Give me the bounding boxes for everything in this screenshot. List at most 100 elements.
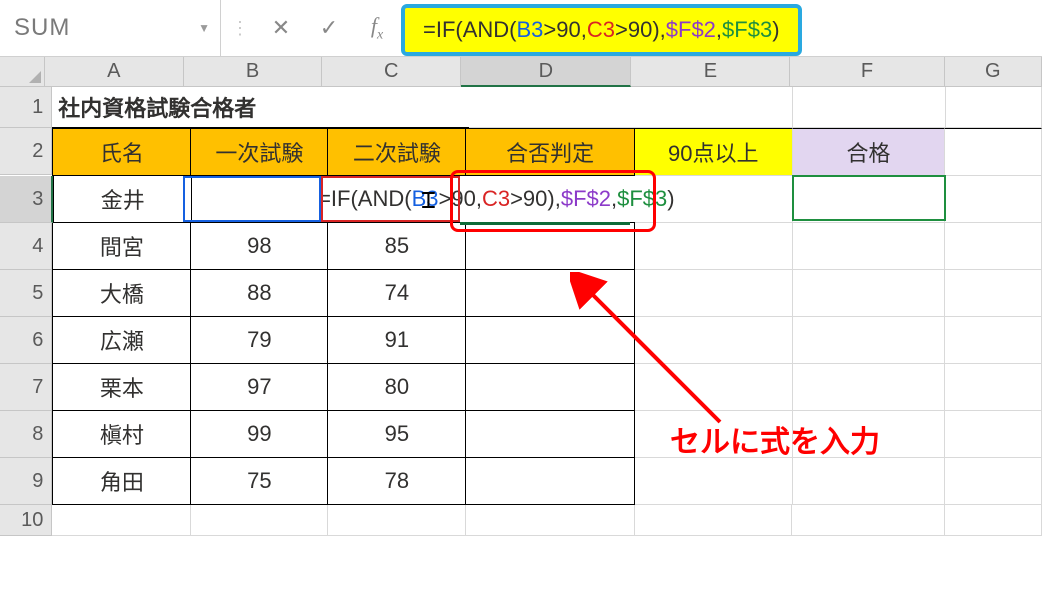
cell-C7[interactable]: 80 [328, 364, 466, 411]
formula-bar-divider: ⋮ [221, 0, 257, 56]
cell-D4[interactable] [466, 223, 635, 270]
cell-B8[interactable]: 99 [191, 411, 328, 458]
cell-F2[interactable]: 合格 [793, 128, 946, 176]
col-header-A[interactable]: A [45, 57, 184, 87]
formula-text: =IF(AND(B3>90,C3>90),$F$2,$F$3) [423, 17, 780, 43]
cell-A10[interactable] [52, 505, 190, 536]
row-header-2[interactable]: 2 [0, 128, 52, 175]
cell-E1[interactable] [636, 87, 793, 128]
cell-F7[interactable] [793, 364, 946, 411]
cell-B9[interactable]: 75 [191, 458, 328, 505]
cell-G5[interactable] [945, 270, 1042, 317]
row-9: 9 角田 75 78 [0, 458, 1042, 505]
cell-G1[interactable] [946, 87, 1042, 128]
cell-B10[interactable] [191, 505, 328, 536]
cell-G9[interactable] [945, 458, 1042, 505]
cell-C5[interactable]: 74 [328, 270, 466, 317]
cell-G8[interactable] [945, 411, 1042, 458]
cell-B2[interactable]: 一次試験 [191, 128, 328, 176]
cell-B7[interactable]: 97 [191, 364, 328, 411]
fx-icon: fx [371, 13, 383, 43]
cell-G7[interactable] [945, 364, 1042, 411]
row-6: 6 広瀬 79 91 [0, 317, 1042, 364]
row-header-8[interactable]: 8 [0, 411, 52, 458]
cell-F5[interactable] [793, 270, 946, 317]
name-box-dropdown-icon[interactable]: ▼ [198, 21, 210, 35]
row-2: 2 氏名 一次試験 二次試験 合否判定 90点以上 合格 [0, 128, 1042, 176]
cell-A2[interactable]: 氏名 [52, 128, 191, 176]
cell-A6[interactable]: 広瀬 [52, 317, 191, 364]
cancel-formula-button[interactable]: ✕ [257, 0, 305, 56]
cell-A3[interactable]: 金井 [53, 176, 192, 223]
cell-B3[interactable]: =IF(AND(BᏆ3>90,C3>90),$F$2,$F$3) [192, 176, 329, 223]
cell-A1[interactable]: 社内資格試験合格者 [52, 87, 197, 128]
spreadsheet-grid[interactable]: A B C D E F G 1 社内資格試験合格者 2 氏名 一次試験 二次試験… [0, 57, 1042, 536]
cell-E9[interactable] [635, 458, 793, 505]
table-title: 社内資格試験合格者 [58, 91, 256, 123]
cell-G6[interactable] [945, 317, 1042, 364]
cancel-icon: ✕ [272, 15, 290, 41]
cell-A8[interactable]: 槇村 [52, 411, 191, 458]
cell-C8[interactable]: 95 [328, 411, 466, 458]
row-7: 7 栗本 97 80 [0, 364, 1042, 411]
cell-C6[interactable]: 91 [328, 317, 466, 364]
col-header-G[interactable]: G [945, 57, 1042, 87]
cell-C2[interactable]: 二次試験 [328, 128, 466, 176]
cell-D2[interactable]: 合否判定 [466, 128, 635, 176]
cell-D10[interactable] [466, 505, 635, 536]
cell-F3[interactable] [793, 176, 946, 223]
cell-D9[interactable] [466, 458, 635, 505]
cell-A7[interactable]: 栗本 [52, 364, 191, 411]
formula-bar: SUM ▼ ⋮ ✕ ✓ fx =IF(AND(B3>90,C3>90),$F$2… [0, 0, 1042, 57]
cell-F6[interactable] [793, 317, 946, 364]
row-header-6[interactable]: 6 [0, 317, 52, 364]
select-all-corner[interactable] [0, 57, 45, 87]
accept-formula-button[interactable]: ✓ [305, 0, 353, 56]
cell-A5[interactable]: 大橋 [52, 270, 191, 317]
row-header-1[interactable]: 1 [0, 87, 52, 128]
cell-F4[interactable] [793, 223, 946, 270]
cell-G4[interactable] [945, 223, 1042, 270]
cell-C9[interactable]: 78 [328, 458, 466, 505]
col-header-D[interactable]: D [461, 57, 631, 87]
cell-C10[interactable] [328, 505, 466, 536]
cell-A4[interactable]: 間宮 [52, 223, 191, 270]
cell-G3[interactable] [945, 176, 1042, 223]
check-icon: ✓ [320, 15, 338, 41]
formula-bar-input[interactable]: =IF(AND(B3>90,C3>90),$F$2,$F$3) [401, 4, 802, 56]
cell-E10[interactable] [635, 505, 793, 536]
col-header-C[interactable]: C [322, 57, 461, 87]
cell-B4[interactable]: 98 [191, 223, 328, 270]
column-header-row: A B C D E F G [0, 57, 1042, 87]
formula-edit-overlay[interactable]: =IF(AND(BᏆ3>90,C3>90),$F$2,$F$3) [314, 176, 675, 222]
cell-E4[interactable] [635, 223, 793, 270]
cell-G10[interactable] [945, 505, 1042, 536]
row-1: 1 社内資格試験合格者 [0, 87, 1042, 128]
row-header-7[interactable]: 7 [0, 364, 52, 411]
cell-F9[interactable] [793, 458, 946, 505]
cell-D1[interactable] [469, 87, 636, 128]
row-4: 4 間宮 98 85 [0, 223, 1042, 270]
cell-C1[interactable] [333, 87, 470, 128]
cell-B5[interactable]: 88 [191, 270, 328, 317]
row-3: 3 金井 =IF(AND(BᏆ3>90,C3>90),$F$2,$F$3) [0, 176, 1042, 223]
cell-F1[interactable] [793, 87, 945, 128]
row-header-10[interactable]: 10 [0, 505, 52, 536]
row-header-3[interactable]: 3 [0, 176, 53, 223]
cell-F10[interactable] [792, 505, 945, 536]
cell-B6[interactable]: 79 [191, 317, 328, 364]
row-header-9[interactable]: 9 [0, 458, 52, 505]
col-header-F[interactable]: F [790, 57, 944, 87]
row-header-4[interactable]: 4 [0, 223, 52, 270]
row-header-5[interactable]: 5 [0, 270, 52, 317]
col-header-B[interactable]: B [184, 57, 322, 87]
insert-function-button[interactable]: fx [353, 0, 401, 56]
cell-A9[interactable]: 角田 [52, 458, 191, 505]
name-box[interactable]: SUM ▼ [0, 0, 221, 56]
col-header-E[interactable]: E [631, 57, 790, 87]
cell-C4[interactable]: 85 [328, 223, 466, 270]
cell-E2[interactable]: 90点以上 [635, 128, 793, 176]
cell-G2[interactable] [945, 128, 1042, 176]
annotation-caption: セルに式を入力 [670, 417, 880, 461]
row-8: 8 槇村 99 95 [0, 411, 1042, 458]
